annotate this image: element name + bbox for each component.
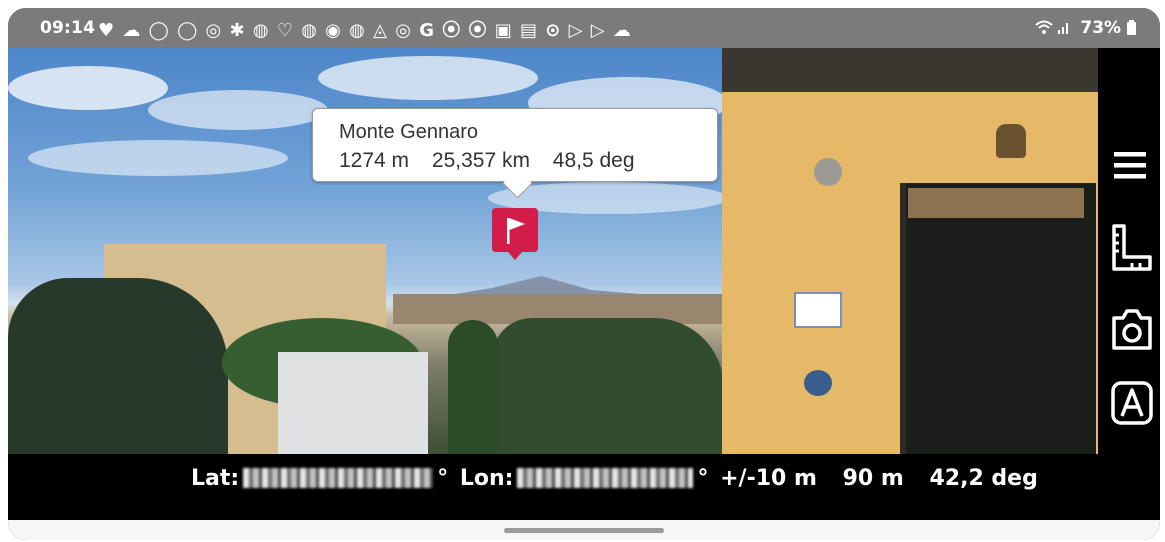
battery-percent: 73% bbox=[1080, 18, 1122, 38]
wall-vent bbox=[814, 158, 842, 186]
lon-suffix: ° bbox=[697, 466, 709, 491]
wall-plate bbox=[804, 370, 832, 396]
window-blind bbox=[908, 188, 1084, 218]
lat-suffix: ° bbox=[437, 466, 449, 491]
lon-value-redacted bbox=[517, 468, 694, 488]
peak-details: 1274 m 25,357 km 48,5 deg bbox=[339, 149, 652, 173]
lon-label: Lon: bbox=[459, 466, 514, 491]
status-bar: 09:14 ♥ ☁ ◯ ◯ ◎ ✱ ◍ ♡ ◍ ◉ ◍ ◬ ◎ G ⦿ ⦿ ▣ … bbox=[8, 8, 1160, 48]
location-info-bar: Lat: ° Lon: ° +/-10 m 90 m 42,2 deg bbox=[8, 454, 1160, 520]
peak-info-callout[interactable]: Monte Gennaro 1274 m 25,357 km 48,5 deg bbox=[312, 108, 718, 182]
signal-icon bbox=[1058, 23, 1069, 34]
camera-icon[interactable] bbox=[1110, 306, 1154, 352]
balcony-ceiling bbox=[722, 48, 1098, 92]
heading: 42,2 deg bbox=[929, 466, 1038, 491]
status-right: 73% bbox=[1034, 18, 1136, 38]
peak-distance: 25,357 km bbox=[431, 149, 530, 172]
wifi-icon bbox=[1034, 20, 1053, 34]
camera-view[interactable]: Monte Gennaro 1274 m 25,357 km 48,5 deg bbox=[8, 48, 1098, 454]
status-time: 09:14 bbox=[40, 18, 96, 38]
tool-sidebar bbox=[1098, 48, 1160, 454]
menu-icon[interactable] bbox=[1110, 146, 1150, 186]
elevation: 90 m bbox=[842, 466, 904, 491]
wall-lamp bbox=[996, 124, 1026, 158]
white-building bbox=[278, 352, 428, 454]
flag-icon[interactable] bbox=[492, 208, 538, 260]
gesture-nav-bar bbox=[8, 520, 1160, 540]
peak-name: Monte Gennaro bbox=[339, 121, 478, 143]
peak-altitude: 1274 m bbox=[339, 149, 410, 172]
balcony-window bbox=[900, 183, 1096, 454]
peak-bearing: 48,5 deg bbox=[552, 149, 635, 172]
location-line: Lat: ° Lon: ° +/-10 m 90 m 42,2 deg bbox=[191, 466, 1042, 491]
lat-label: Lat: bbox=[191, 466, 240, 491]
accuracy: +/-10 m bbox=[720, 466, 817, 491]
lat-value-redacted bbox=[243, 468, 434, 488]
battery-icon bbox=[1127, 20, 1136, 35]
trees-middle bbox=[492, 318, 724, 454]
font-a-icon[interactable] bbox=[1110, 380, 1154, 426]
ruler-icon[interactable] bbox=[1110, 223, 1154, 273]
wall-decoration bbox=[794, 292, 842, 328]
trees-left bbox=[8, 278, 228, 454]
home-handle[interactable] bbox=[504, 528, 664, 533]
notification-icons: ♥ ☁ ◯ ◯ ◎ ✱ ◍ ♡ ◍ ◉ ◍ ◬ ◎ G ⦿ ⦿ ▣ ▤ ⊙ ▷ … bbox=[98, 20, 632, 41]
cypress-tree bbox=[448, 320, 498, 454]
phone-screen: 09:14 ♥ ☁ ◯ ◯ ◎ ✱ ◍ ♡ ◍ ◉ ◍ ◬ ◎ G ⦿ ⦿ ▣ … bbox=[8, 8, 1160, 540]
